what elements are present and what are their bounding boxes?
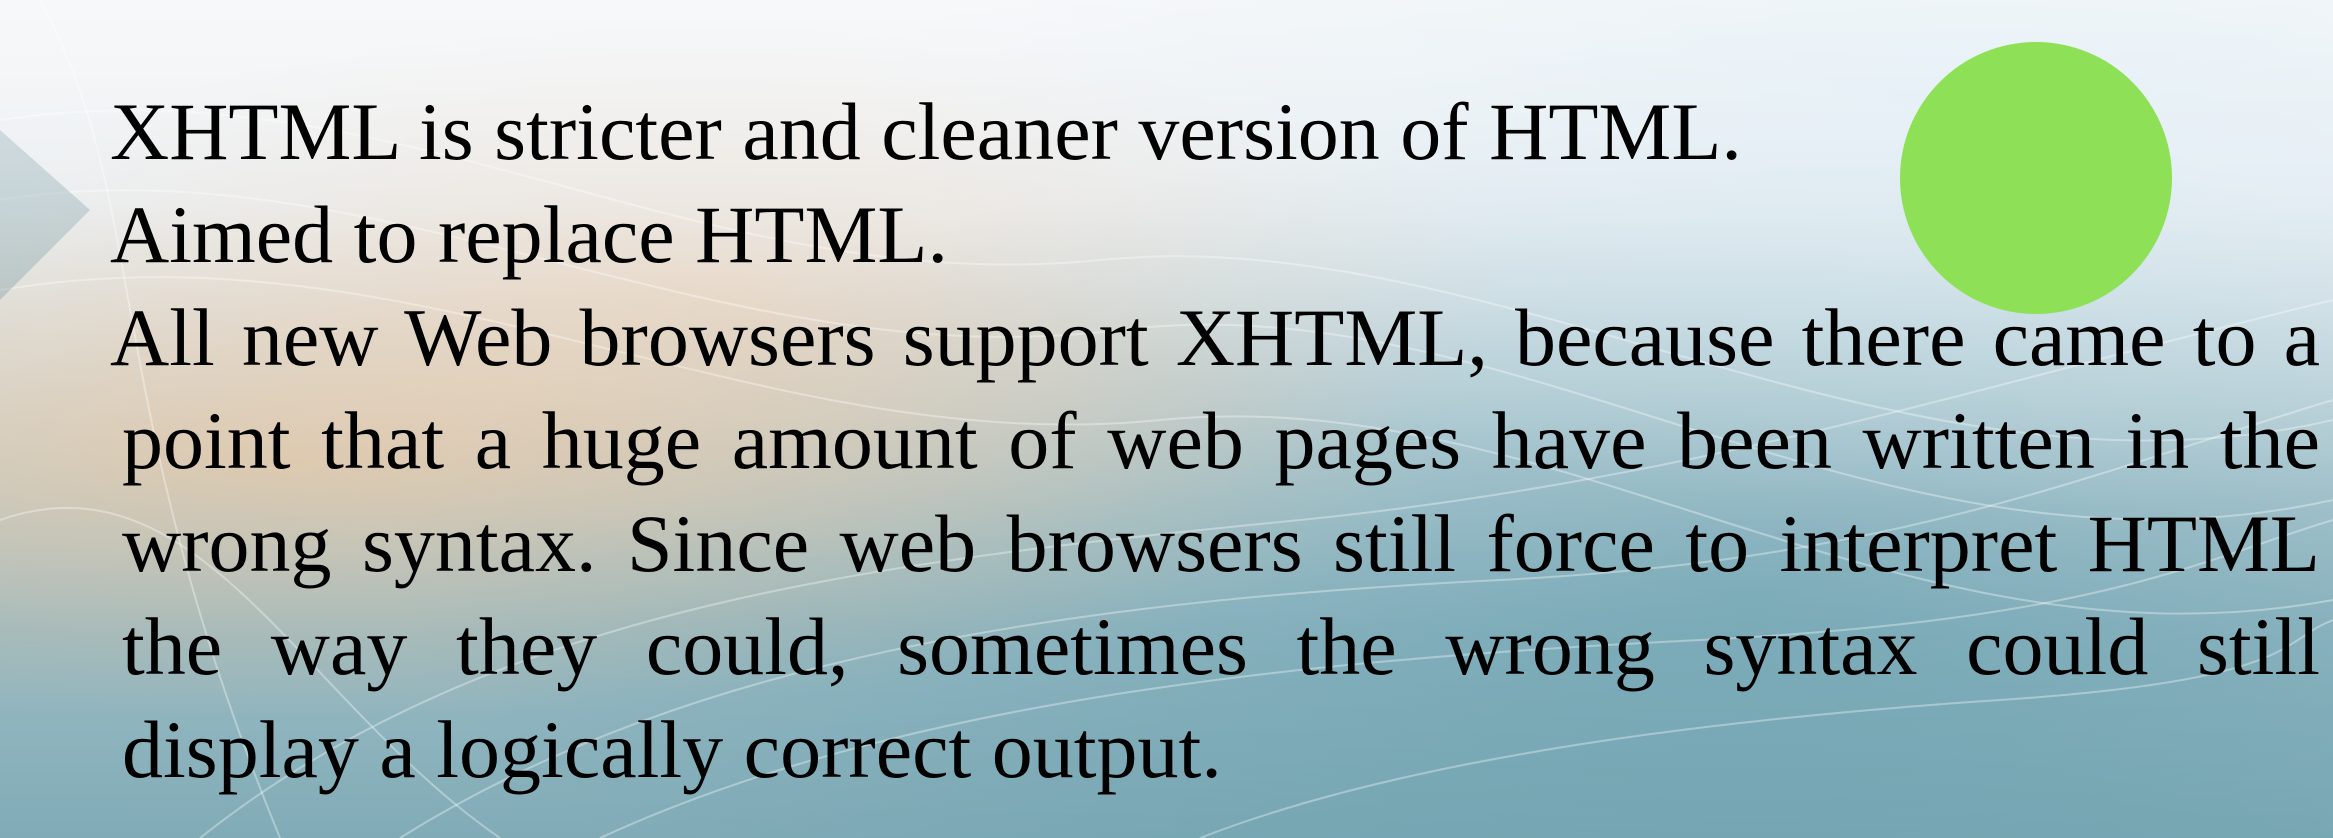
bullet-item-3: All new Web browsers support XHTML, beca… [110, 292, 2320, 795]
bullet-item-1: XHTML is stricter and cleaner version of… [110, 86, 1742, 177]
slide: XHTML is stricter and cleaner version of… [0, 0, 2333, 838]
bullet-item-2: Aimed to replace HTML. [110, 189, 948, 280]
bullet-list: XHTML is stricter and cleaner version of… [110, 80, 2320, 801]
